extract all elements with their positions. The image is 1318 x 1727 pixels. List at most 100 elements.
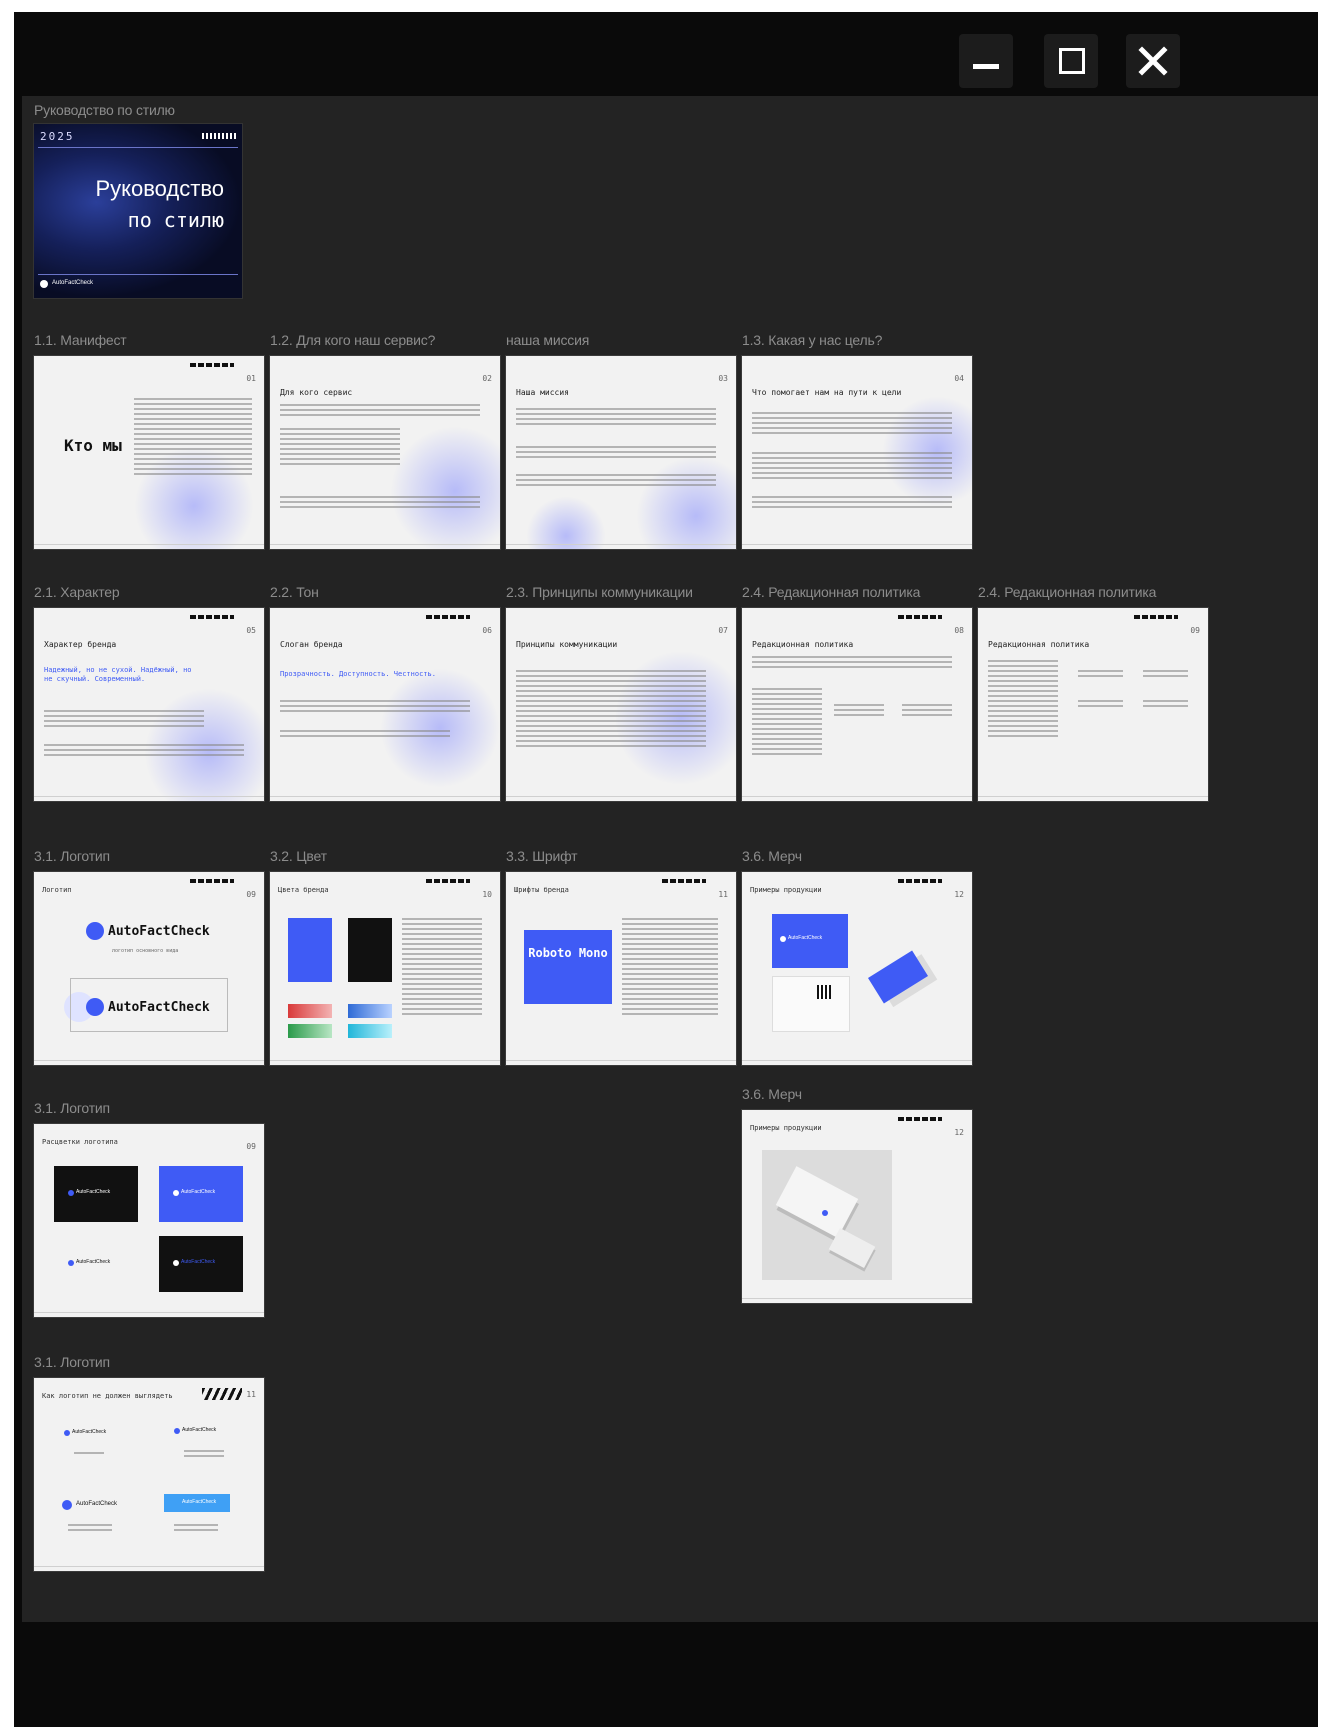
slide-thumbnail-editorial-2[interactable]: 09 Редакционная политика <box>978 608 1208 801</box>
slide-heading: Цвета бренда <box>278 886 329 894</box>
section-label-cover: Руководство по стилю <box>34 102 175 118</box>
brand-logo-icon <box>40 280 48 288</box>
merch-card-white <box>772 976 850 1032</box>
slide-thumbnail-merch-2[interactable]: 12 Примеры продукции <box>742 1110 972 1303</box>
logo-wrong-3: AutoFactCheck <box>76 1501 118 1507</box>
font-specimen-card: Roboto Mono <box>524 930 612 1004</box>
section-label-mission: наша миссия <box>506 332 590 348</box>
slide-number: 08 <box>954 626 964 635</box>
swatch-black <box>348 918 392 982</box>
brand-logo-icon <box>64 1430 70 1436</box>
close-button[interactable] <box>1126 34 1180 88</box>
slide-heading: Расцветки логотипа <box>42 1138 118 1146</box>
brand-logo-icon <box>174 1428 180 1434</box>
slide-number: 09 <box>1190 626 1200 635</box>
slide-number: 12 <box>954 1128 964 1137</box>
slide-number: 06 <box>482 626 492 635</box>
slide-heading: Характер бренда <box>44 640 117 649</box>
slide-overview-canvas: Руководство по стилю 2025 Руководство по… <box>22 96 1318 1622</box>
logo-variant-blue: AutoFactCheck <box>159 1166 243 1222</box>
slide-tagline: Прозрачность. Доступность. Честность. <box>280 670 436 678</box>
maximize-icon <box>1059 48 1085 74</box>
stripe-decoration <box>202 1388 242 1400</box>
slide-number: 03 <box>718 374 728 383</box>
cover-brand: AutoFactCheck <box>52 280 94 286</box>
section-label-manifest: 1.1. Манифест <box>34 332 127 348</box>
slide-heading: Для кого сервис <box>280 388 353 397</box>
slide-thumbnail-audience[interactable]: 02 Для кого сервис <box>270 356 500 549</box>
section-label-logo-2: 3.1. Логотип <box>34 1100 110 1116</box>
logo-wrong-1: AutoFactCheck <box>72 1429 107 1435</box>
slide-thumbnail-editorial-1[interactable]: 08 Редакционная политика <box>742 608 972 801</box>
slide-number: 11 <box>718 890 728 899</box>
swatch-primary-blue <box>288 918 332 982</box>
slide-number: 04 <box>954 374 964 383</box>
merch-card-blue: AutoFactCheck <box>772 914 848 968</box>
slide-number: 02 <box>482 374 492 383</box>
slide-thumbnail-principles[interactable]: 07 Принципы коммуникации <box>506 608 736 801</box>
swatch-cyan <box>348 1024 392 1038</box>
close-icon <box>1138 46 1168 76</box>
swatch-blue-gradient <box>348 1004 392 1018</box>
title-bar <box>14 12 1318 96</box>
slide-number: 12 <box>954 890 964 899</box>
slide-number: 09 <box>246 890 256 899</box>
swatch-red <box>288 1004 332 1018</box>
slide-thumbnail-merch-1[interactable]: 12 Примеры продукции AutoFactCheck <box>742 872 972 1065</box>
slide-number: 07 <box>718 626 728 635</box>
minimize-button[interactable] <box>959 34 1013 88</box>
slide-heading: Шрифты бренда <box>514 886 569 894</box>
section-label-logo-1: 3.1. Логотип <box>34 848 110 864</box>
cover-divider-bottom <box>38 274 238 275</box>
logo-wrong-2: AutoFactCheck <box>182 1427 217 1433</box>
cover-divider <box>38 147 238 148</box>
slide-thumbnail-tone[interactable]: 06 Слоган бренда Прозрачность. Доступнос… <box>270 608 500 801</box>
section-label-color: 3.2. Цвет <box>270 848 327 864</box>
slide-thumbnail-cover[interactable]: 2025 Руководство по стилю AutoFactCheck <box>34 124 242 298</box>
section-label-merch-1: 3.6. Мерч <box>742 848 802 864</box>
slide-thumbnail-color[interactable]: 10 Цвета бренда <box>270 872 500 1065</box>
section-label-editorial-1: 2.4. Редакционная политика <box>742 584 921 600</box>
section-label-font: 3.3. Шрифт <box>506 848 578 864</box>
cover-stripe-decoration <box>202 133 236 139</box>
section-label-tone: 2.2. Тон <box>270 584 319 600</box>
slide-number: 11 <box>246 1390 256 1399</box>
cover-title-line1: Руководство <box>95 176 224 201</box>
slide-number: 05 <box>246 626 256 635</box>
section-label-merch-2: 3.6. Мерч <box>742 1086 802 1102</box>
slide-thumbnail-logo-3[interactable]: 11 Как логотип не должен выглядеть AutoF… <box>34 1378 264 1571</box>
section-label-audience: 1.2. Для кого наш сервис? <box>270 332 436 348</box>
logo-variant-dark-2: AutoFactCheck <box>159 1236 243 1292</box>
slide-heading: Как логотип не должен выглядеть <box>42 1392 173 1400</box>
slide-heading: Примеры продукции <box>750 1124 822 1132</box>
slide-heading: Наша миссия <box>516 388 569 397</box>
slide-number: 01 <box>246 374 256 383</box>
slide-title: Кто мы <box>64 436 122 455</box>
cover-title-line2: по стилю <box>127 208 224 232</box>
cover-year: 2025 <box>40 130 75 143</box>
app-window: Руководство по стилю 2025 Руководство по… <box>14 12 1318 1727</box>
slide-thumbnail-font[interactable]: 11 Шрифты бренда Roboto Mono <box>506 872 736 1065</box>
section-label-editorial-2: 2.4. Редакционная политика <box>978 584 1157 600</box>
logo-wrong-4: AutoFactCheck <box>164 1494 230 1512</box>
slide-heading: Примеры продукции <box>750 886 822 894</box>
slide-thumbnail-mission[interactable]: 03 Наша миссия <box>506 356 736 549</box>
logo-variant-light: AutoFactCheck <box>54 1236 138 1292</box>
maximize-button[interactable] <box>1044 34 1098 88</box>
brand-logo-icon <box>62 1500 72 1510</box>
qr-code-icon <box>817 985 831 999</box>
logo-variant-dark: AutoFactCheck <box>54 1166 138 1222</box>
section-label-logo-3: 3.1. Логотип <box>34 1354 110 1370</box>
slide-thumbnail-logo-2[interactable]: 09 Расцветки логотипа AutoFactCheck Auto… <box>34 1124 264 1317</box>
section-label-principles: 2.3. Принципы коммуникации <box>506 584 693 600</box>
slide-thumbnail-character[interactable]: 05 Характер бренда Надежный, но не сухой… <box>34 608 264 801</box>
slide-heading: Слоган бренда <box>280 640 343 649</box>
section-label-character: 2.1. Характер <box>34 584 120 600</box>
slide-thumbnail-logo-1[interactable]: 09 Логотип AutoFactCheck логотип основно… <box>34 872 264 1065</box>
brand-logo-icon <box>86 922 104 940</box>
slide-heading: Редакционная политика <box>988 640 1090 649</box>
slide-thumbnail-goal[interactable]: 04 Что помогает нам на пути к цели <box>742 356 972 549</box>
slide-heading: Что помогает нам на пути к цели <box>752 388 902 397</box>
slide-thumbnail-manifest[interactable]: 01 Кто мы <box>34 356 264 549</box>
slide-tagline: Надежный, но не сухой. Надёжный, но не с… <box>44 666 192 683</box>
